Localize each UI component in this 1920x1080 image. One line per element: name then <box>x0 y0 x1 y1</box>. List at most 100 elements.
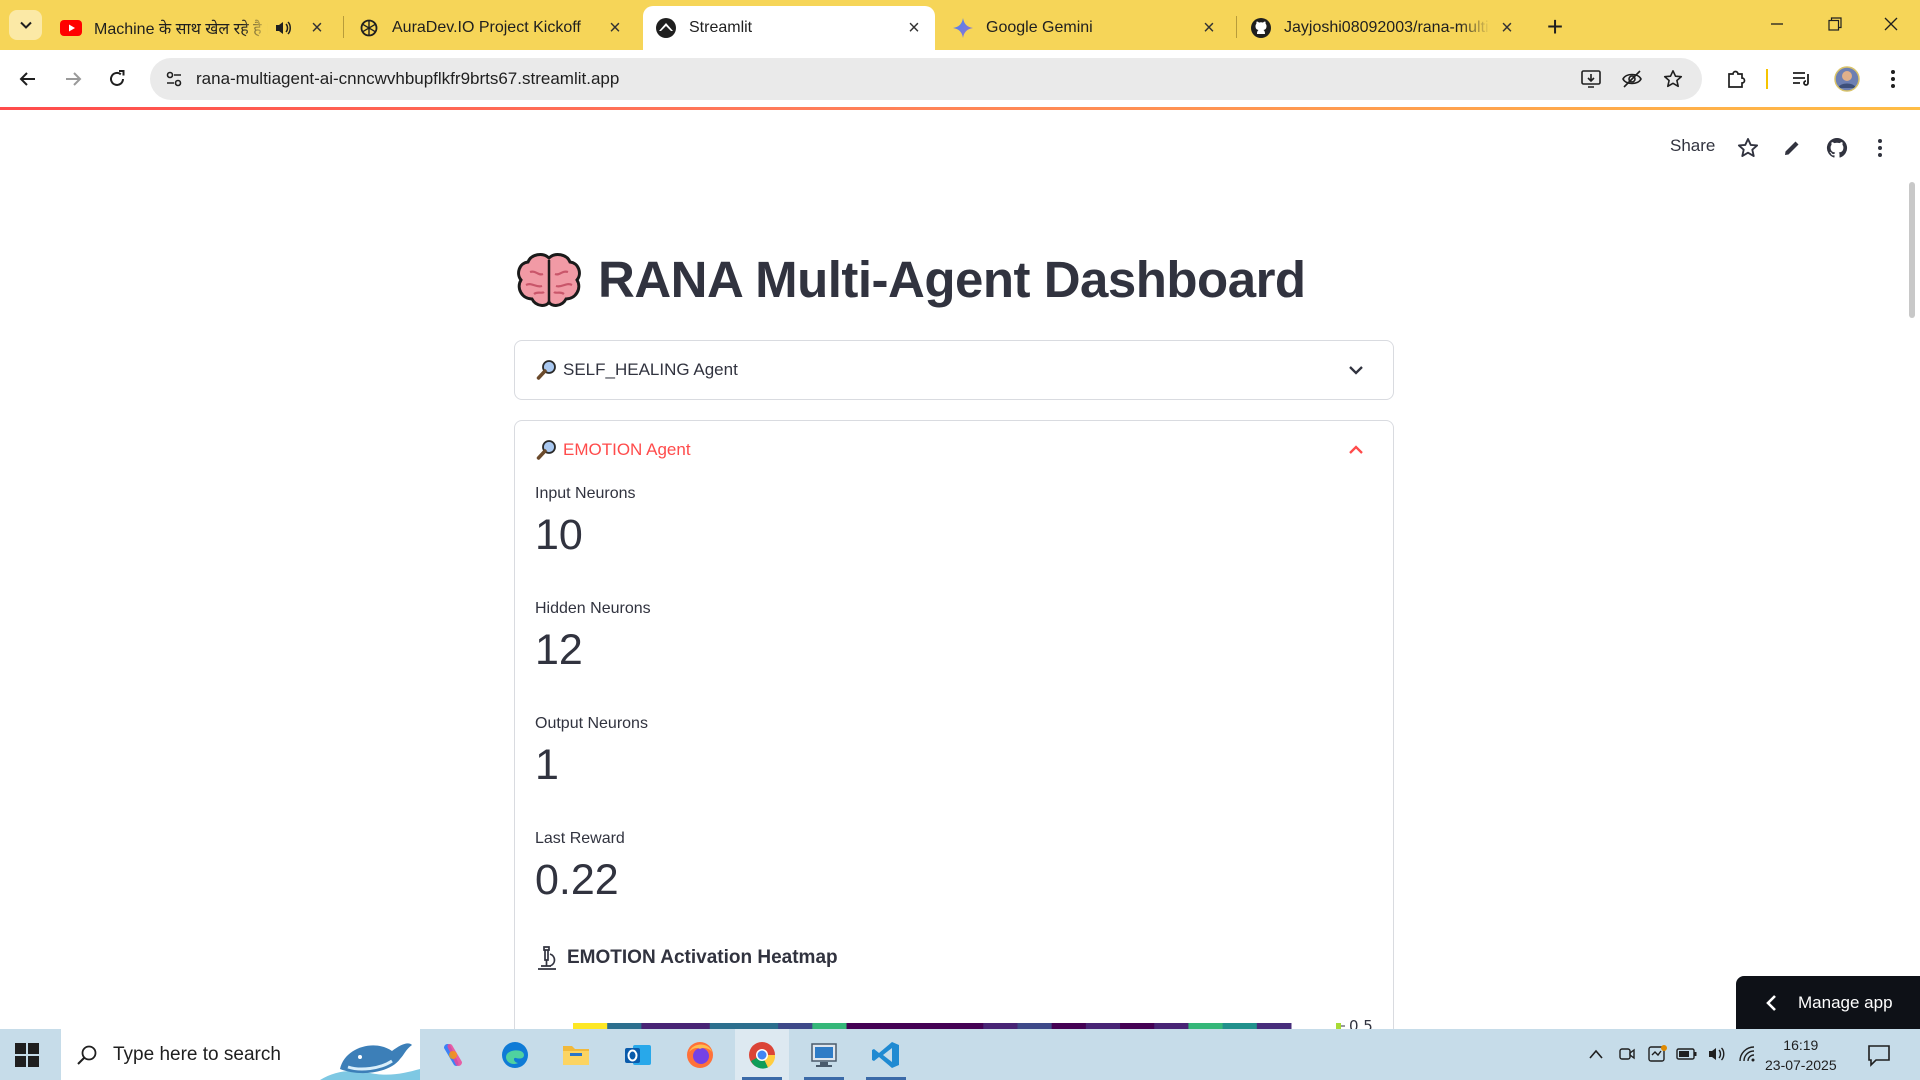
taskbar-edge[interactable] <box>488 1029 542 1080</box>
notification-center-icon[interactable] <box>1866 1042 1892 1068</box>
avatar-icon <box>1834 66 1860 92</box>
main-menu-icon[interactable] <box>1866 134 1894 162</box>
youtube-icon <box>60 17 82 39</box>
manage-app-label: Manage app <box>1798 992 1893 1012</box>
streamlit-icon <box>655 17 677 39</box>
site-info-icon[interactable] <box>161 66 187 92</box>
tray-meet-now-icon[interactable] <box>1614 1041 1640 1067</box>
heatmap-heading: EMOTION Activation Heatmap <box>535 945 838 971</box>
edge-icon <box>502 1041 528 1068</box>
bookmark-star-icon[interactable] <box>1660 66 1686 92</box>
tab-streamlit[interactable]: Streamlit × <box>643 6 935 50</box>
restore-button[interactable] <box>1806 0 1864 48</box>
taskbar-search-box[interactable]: Type here to search <box>61 1029 420 1080</box>
whale-illustration <box>320 1043 420 1080</box>
new-tab-button[interactable]: + <box>1540 11 1570 42</box>
speaker-icon[interactable] <box>272 17 294 39</box>
tab-title: Streamlit <box>689 19 753 36</box>
chrome-icon <box>749 1041 776 1069</box>
expander-label: EMOTION Agent <box>563 440 691 459</box>
taskbar-chrome[interactable] <box>735 1029 789 1080</box>
tracking-protection-icon[interactable] <box>1619 66 1645 92</box>
arrow-left-icon <box>19 72 35 86</box>
metric-value: 12 <box>535 626 583 674</box>
metric-label: Input Neurons <box>535 485 636 502</box>
reload-icon <box>110 70 125 86</box>
media-controls-button[interactable] <box>1785 62 1819 96</box>
taskbar-vscode[interactable] <box>859 1029 913 1080</box>
tab-auradev[interactable]: AuraDev.IO Project Kickoff × <box>346 6 636 50</box>
url-text: rana-multiagent-ai-cnncwvhbupflkfr9brts6… <box>196 69 620 88</box>
gemini-icon <box>952 17 974 39</box>
streamlit-header: Share <box>0 110 1920 180</box>
back-button[interactable] <box>11 62 45 96</box>
taskbar-outlook[interactable] <box>611 1029 665 1080</box>
brain-icon <box>517 252 581 307</box>
expander-header[interactable]: EMOTION Agent <box>515 421 1393 479</box>
address-bar[interactable]: rana-multiagent-ai-cnncwvhbupflkfr9brts6… <box>150 58 1702 100</box>
page-scrollbar[interactable] <box>1909 182 1915 318</box>
page-title: RANA Multi-Agent Dashboard <box>516 250 1306 309</box>
tray-battery-icon[interactable] <box>1674 1041 1700 1067</box>
taskbar-clock[interactable]: 16:19 23-07-2025 <box>1765 1035 1837 1075</box>
more-vertical-icon <box>1891 70 1895 88</box>
tab-search-button[interactable] <box>9 10 42 40</box>
expander-emotion-agent: EMOTION Agent Input Neurons 10 Hidden Ne… <box>514 420 1394 1060</box>
manage-app-button[interactable]: Manage app <box>1736 976 1920 1029</box>
metric-hidden-neurons: Hidden Neurons 12 <box>535 600 651 675</box>
outlook-icon <box>625 1044 651 1065</box>
tab-github[interactable]: Jayjoshi08092003/rana-multiag × <box>1238 6 1528 50</box>
windows-start-icon[interactable] <box>14 1042 40 1068</box>
taskbar-copilot[interactable] <box>426 1029 480 1080</box>
tray-notification-app-icon[interactable] <box>1644 1041 1670 1067</box>
tab-gemini[interactable]: Google Gemini × <box>940 6 1230 50</box>
tab-title: AuraDev.IO Project Kickoff <box>392 19 581 36</box>
metric-label: Last Reward <box>535 830 625 847</box>
close-tab-icon[interactable]: × <box>604 17 626 39</box>
close-window-button[interactable] <box>1862 0 1920 48</box>
close-tab-icon[interactable]: × <box>1198 17 1220 39</box>
microscope-icon <box>538 946 556 970</box>
chevron-down-icon <box>1349 366 1363 375</box>
tray-volume-icon[interactable] <box>1704 1041 1730 1067</box>
clock-date: 23-07-2025 <box>1765 1057 1837 1073</box>
edit-pencil-icon[interactable] <box>1778 134 1806 162</box>
tab-title: Machine के साथ खेल रहे है Bh <box>94 21 268 38</box>
remote-desktop-icon <box>811 1042 837 1067</box>
profile-button[interactable] <box>1830 62 1864 96</box>
close-tab-icon[interactable]: × <box>306 17 328 39</box>
toolbar-divider <box>1766 69 1768 89</box>
metric-last-reward: Last Reward 0.22 <box>535 830 625 905</box>
reload-button[interactable] <box>100 62 134 96</box>
metric-label: Hidden Neurons <box>535 600 651 617</box>
tab-youtube[interactable]: Machine के साथ खेल रहे है Bh × <box>48 6 338 50</box>
share-button[interactable]: Share <box>1670 136 1715 156</box>
github-icon[interactable] <box>1823 134 1851 162</box>
copilot-icon <box>444 1043 462 1066</box>
browser-menu-button[interactable] <box>1876 62 1910 96</box>
chevron-up-icon <box>1349 445 1363 454</box>
restore-icon <box>1828 17 1842 31</box>
install-app-icon[interactable] <box>1578 66 1604 92</box>
taskbar-file-explorer[interactable] <box>549 1029 603 1080</box>
metric-label: Output Neurons <box>535 715 648 732</box>
close-tab-icon[interactable]: × <box>903 17 925 39</box>
clock-time: 16:19 <box>1783 1037 1819 1053</box>
forward-button[interactable] <box>56 62 90 96</box>
magnifier-icon <box>536 440 556 460</box>
extensions-button[interactable] <box>1719 62 1753 96</box>
taskbar-firefox[interactable] <box>673 1029 727 1080</box>
tab-divider <box>343 16 344 38</box>
close-tab-icon[interactable]: × <box>1496 17 1518 39</box>
close-icon <box>1884 17 1898 31</box>
minimize-button[interactable] <box>1748 0 1806 48</box>
search-icon <box>77 1045 97 1065</box>
github-icon <box>1250 17 1272 39</box>
tray-wifi-icon[interactable] <box>1734 1041 1760 1067</box>
tray-show-hidden-icon[interactable] <box>1583 1041 1609 1067</box>
heatmap-title: EMOTION Activation Heatmap <box>567 947 838 968</box>
favorite-star-icon[interactable] <box>1734 134 1762 162</box>
taskbar-remote-desktop[interactable] <box>797 1029 851 1080</box>
metric-value: 10 <box>535 511 583 559</box>
expander-header[interactable]: SELF_HEALING Agent <box>515 341 1393 399</box>
